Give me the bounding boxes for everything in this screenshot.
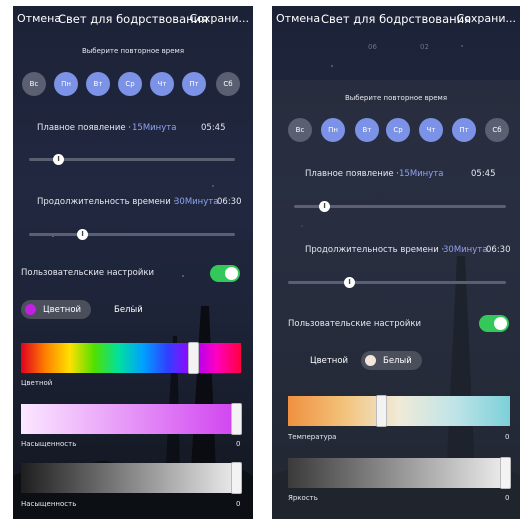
mode-color-button[interactable]: Цветной: [310, 356, 348, 366]
temperature-value: 0: [505, 433, 510, 441]
day-button-fri[interactable]: Пт: [452, 118, 476, 142]
duration-time: 06:30: [217, 197, 242, 207]
settings-panel: [272, 80, 520, 519]
smooth-value: 15Минута: [399, 169, 444, 179]
smooth-label: Плавное появление ·: [305, 169, 399, 179]
duration-slider-knob[interactable]: I: [344, 277, 355, 288]
color-mode-dot-icon: [25, 304, 36, 315]
brightness-slider[interactable]: [21, 463, 241, 493]
custom-settings-label: Пользовательские настройки: [21, 268, 155, 278]
hue-slider-thumb[interactable]: [188, 342, 199, 374]
smooth-slider-knob[interactable]: I: [53, 154, 64, 165]
saturation-slider-thumb[interactable]: [231, 403, 242, 435]
brightness-label: Насыщенность: [21, 500, 77, 508]
day-button-sun[interactable]: Вс: [288, 118, 312, 142]
wake-light-screen-white: Отмена Свет для бодрствования Сохрани...…: [272, 6, 520, 519]
smooth-label: Плавное появление ·: [37, 123, 131, 133]
hue-label: Цветной: [21, 379, 53, 387]
day-button-mon[interactable]: Пн: [321, 118, 345, 142]
repeat-label: Выберите повторное время: [344, 94, 448, 102]
smooth-time: 05:45: [471, 169, 496, 179]
brightness-value: 0: [505, 494, 510, 502]
saturation-label: Насыщенность: [21, 440, 77, 448]
saturation-value: 0: [236, 440, 241, 448]
duration-label: Продолжительность времени ·: [305, 245, 445, 255]
minute-wheel-value[interactable]: 02: [420, 43, 429, 51]
day-button-sat[interactable]: Сб: [485, 118, 509, 142]
duration-label: Продолжительность времени ·: [37, 197, 177, 207]
temperature-label: Температура: [288, 433, 337, 441]
brightness-value: 0: [236, 500, 241, 508]
duration-time: 06:30: [486, 245, 511, 255]
day-button-wed[interactable]: Ср: [118, 72, 142, 96]
save-button[interactable]: Сохрани...: [190, 12, 249, 25]
mode-white-button[interactable]: Белый: [361, 351, 422, 370]
day-button-sun[interactable]: Вс: [22, 72, 46, 96]
white-mode-dot-icon: [365, 355, 376, 366]
duration-value: 30Минута: [443, 245, 488, 255]
brightness-slider-thumb[interactable]: [500, 457, 511, 489]
duration-slider-track[interactable]: [288, 281, 506, 284]
mode-white-button[interactable]: Белый: [114, 305, 143, 315]
custom-settings-label: Пользовательские настройки: [288, 319, 422, 329]
header: Отмена Свет для бодрствования Сохрани...: [13, 6, 253, 32]
mode-color-label: Цветной: [43, 304, 82, 315]
day-button-tue[interactable]: Вт: [86, 72, 110, 96]
custom-settings-toggle[interactable]: [479, 315, 509, 332]
mode-white-label: Белый: [383, 355, 412, 366]
temperature-slider-thumb[interactable]: [376, 395, 387, 427]
mode-color-button[interactable]: Цветной: [21, 300, 92, 319]
day-button-thu[interactable]: Чт: [419, 118, 443, 142]
duration-slider-knob[interactable]: I: [77, 229, 88, 240]
brightness-slider[interactable]: [288, 458, 510, 488]
hue-slider[interactable]: [21, 343, 241, 373]
hour-wheel-value[interactable]: 06: [368, 43, 377, 51]
day-button-thu[interactable]: Чт: [150, 72, 174, 96]
saturation-slider[interactable]: [21, 404, 241, 434]
smooth-slider-knob[interactable]: I: [319, 201, 330, 212]
duration-value: 30Минута: [174, 197, 219, 207]
day-button-fri[interactable]: Пт: [182, 72, 206, 96]
header: Отмена Свет для бодрствования Сохрани...: [272, 6, 520, 32]
smooth-time: 05:45: [201, 123, 226, 133]
smooth-value: 15Минута: [132, 123, 177, 133]
custom-settings-toggle[interactable]: [210, 265, 240, 282]
day-button-tue[interactable]: Вт: [355, 118, 379, 142]
brightness-slider-thumb[interactable]: [231, 462, 242, 494]
save-button[interactable]: Сохрани...: [457, 12, 516, 25]
repeat-label: Выберите повторное время: [81, 47, 185, 55]
duration-slider-track[interactable]: [29, 233, 235, 236]
temperature-slider[interactable]: [288, 396, 510, 426]
day-button-mon[interactable]: Пн: [54, 72, 78, 96]
brightness-label: Яркость: [288, 494, 318, 502]
day-button-sat[interactable]: Сб: [216, 72, 240, 96]
wake-light-screen-color: Отмена Свет для бодрствования Сохрани...…: [13, 6, 253, 519]
day-button-wed[interactable]: Ср: [386, 118, 410, 142]
